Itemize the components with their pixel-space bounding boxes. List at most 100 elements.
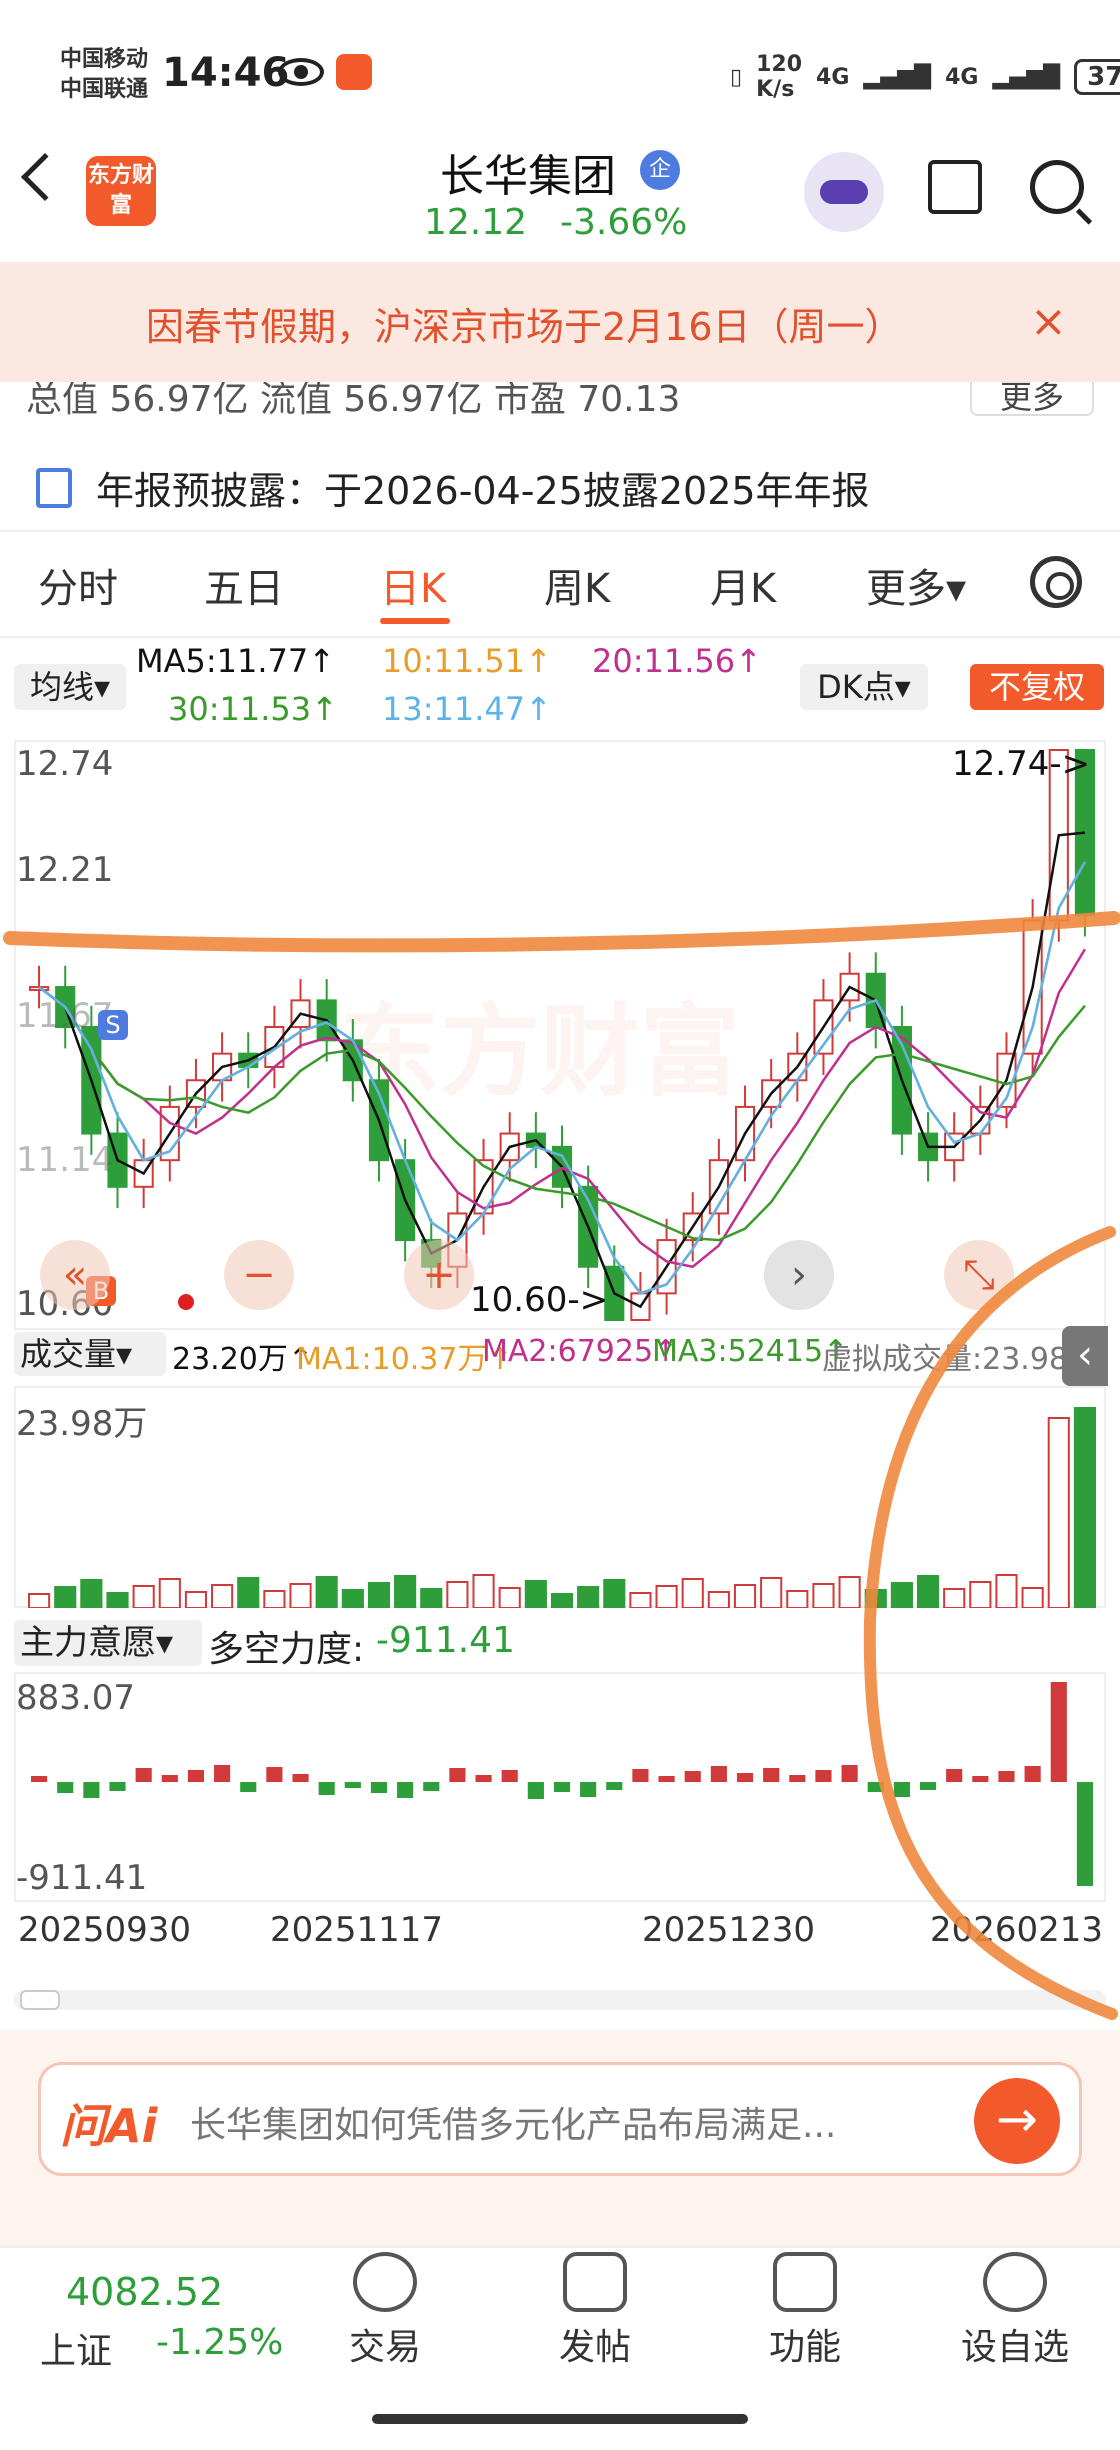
mainforce-bar — [214, 1765, 231, 1782]
nav-function-label: 功能 — [768, 2327, 841, 2368]
signal-4g-2: 4G — [945, 64, 979, 90]
mainforce-bottom-label: -911.41 — [16, 1858, 148, 1898]
index-value[interactable]: 4082.52 — [66, 2270, 223, 2314]
volume-bar — [367, 1582, 391, 1608]
scrollbar-handle[interactable] — [20, 1990, 60, 2010]
mainforce-label: 多空力度: — [208, 1629, 365, 1670]
mainforce-bar — [109, 1782, 126, 1791]
volume-bar — [681, 1578, 704, 1608]
volume-bar — [54, 1586, 77, 1608]
mainforce-bar — [135, 1768, 152, 1782]
chart-scrollbar[interactable] — [14, 1990, 1106, 2010]
volume-bar — [341, 1589, 364, 1608]
share-icon[interactable] — [928, 160, 982, 214]
kline-svg[interactable] — [14, 740, 1106, 1330]
volume-bar — [760, 1577, 783, 1608]
ma10-label: 10:11.51↑ — [382, 642, 552, 680]
document-icon — [36, 468, 72, 508]
volume-bar — [158, 1578, 181, 1608]
app-notification-icon — [336, 54, 372, 90]
tab-zhouk[interactable]: 周K — [544, 556, 610, 614]
mainforce-bar — [31, 1776, 48, 1782]
vibrate-icon: ▯ — [730, 64, 743, 90]
collapse-panel-icon[interactable]: ‹ — [1062, 1326, 1108, 1386]
volume-selector[interactable]: 成交量▾ — [14, 1332, 166, 1376]
mainforce-bar — [1076, 1782, 1093, 1886]
tab-rik[interactable]: 日K — [380, 556, 446, 614]
date-label-4: 20260213 — [930, 1910, 1104, 1950]
mainforce-bar — [893, 1782, 910, 1797]
search-icon[interactable] — [1030, 160, 1084, 214]
gear-icon[interactable] — [1030, 556, 1082, 608]
mainforce-bar — [527, 1782, 544, 1799]
adjust-toggle[interactable]: 不复权 — [970, 664, 1104, 710]
volume-bar — [1047, 1417, 1070, 1608]
volume-bar — [237, 1577, 260, 1608]
volume-bar — [472, 1574, 495, 1608]
tab-yuek[interactable]: 月K — [710, 556, 776, 614]
annual-report-notice[interactable]: 年报预披露：于2026-04-25披露2025年年报 — [96, 460, 870, 515]
app-logo[interactable]: 东方财富 — [86, 156, 156, 226]
ma5-label: MA5:11.77↑ — [136, 642, 336, 680]
volume-bar — [864, 1589, 887, 1608]
eye-icon — [278, 58, 324, 86]
tab-fenshi[interactable]: 分时 — [38, 556, 118, 614]
mainforce-selector[interactable]: 主力意愿▾ — [14, 1620, 202, 1666]
volume-bar — [132, 1585, 155, 1608]
ai-go-button[interactable]: → — [974, 2078, 1060, 2164]
zoom-out-icon[interactable]: − — [224, 1240, 294, 1310]
tab-more[interactable]: 更多▾ — [866, 556, 966, 614]
mainforce-bar — [292, 1774, 309, 1782]
nav-watchlist[interactable]: 设自选 — [950, 2252, 1080, 2370]
volume-bar — [394, 1575, 417, 1608]
ma-selector[interactable]: 均线▾ — [14, 664, 126, 710]
mainforce-bar — [475, 1775, 492, 1782]
mainforce-bar — [580, 1782, 597, 1797]
ma20-label: 20:11.56↑ — [592, 642, 762, 680]
volume-bar — [995, 1574, 1018, 1608]
stock-name: 长华集团 — [440, 151, 616, 202]
nav-function[interactable]: 功能 — [740, 2252, 870, 2370]
ai-prompt-text[interactable]: 长华集团如何凭借多元化产品布局满足... — [190, 2096, 836, 2148]
stock-price: 12.12 — [424, 202, 528, 243]
divider — [0, 636, 1120, 638]
volume-bar — [969, 1581, 992, 1608]
mainforce-bar — [240, 1782, 257, 1792]
fullscreen-icon[interactable]: ⤡ — [944, 1240, 1014, 1310]
ma30-label: 30:11.53↑ — [168, 690, 338, 728]
zoom-in-icon[interactable]: + — [404, 1240, 474, 1310]
mainforce-bar — [449, 1768, 466, 1782]
volume-bar — [916, 1575, 940, 1608]
back-button[interactable] — [20, 152, 70, 202]
volume-bar — [263, 1590, 286, 1608]
mainforce-svg — [31, 1682, 1093, 1886]
yen-icon — [353, 2252, 417, 2312]
volume-bar — [943, 1588, 966, 1608]
volume-bar — [550, 1593, 574, 1608]
y-label-mid1: 12.21 — [16, 850, 114, 890]
nav-post-label: 发帖 — [558, 2327, 631, 2368]
tab-wuri[interactable]: 五日 — [204, 556, 284, 614]
nav-post[interactable]: 发帖 — [530, 2252, 660, 2370]
mainforce-bar — [1024, 1766, 1041, 1782]
sell-marker[interactable]: S — [98, 1010, 128, 1040]
mainforce-bar — [606, 1782, 623, 1790]
next-icon[interactable]: › — [764, 1240, 834, 1310]
scroll-left-icon[interactable]: « — [40, 1240, 110, 1310]
mainforce-bar — [710, 1766, 727, 1782]
volume-ma3: MA3:52415↑ — [652, 1334, 849, 1369]
nav-trade[interactable]: 交易 — [320, 2252, 450, 2370]
index-name[interactable]: 上证 — [40, 2322, 112, 2374]
volume-ma1: MA1:10.37万↑ — [296, 1342, 513, 1377]
volume-bar — [629, 1592, 652, 1608]
index-change[interactable]: -1.25% — [156, 2322, 283, 2363]
mainforce-bar — [632, 1769, 649, 1782]
volume-bar — [655, 1585, 678, 1608]
mainforce-value: -911.41 — [376, 1620, 515, 1661]
signal-icon-2: ▂▄▆█ — [992, 64, 1061, 90]
dk-point-selector[interactable]: DK点▾ — [800, 664, 928, 710]
volume-bar — [28, 1593, 51, 1608]
robot-assistant-icon[interactable] — [804, 152, 884, 232]
close-icon[interactable]: × — [1030, 296, 1067, 347]
volume-bar — [838, 1576, 861, 1608]
